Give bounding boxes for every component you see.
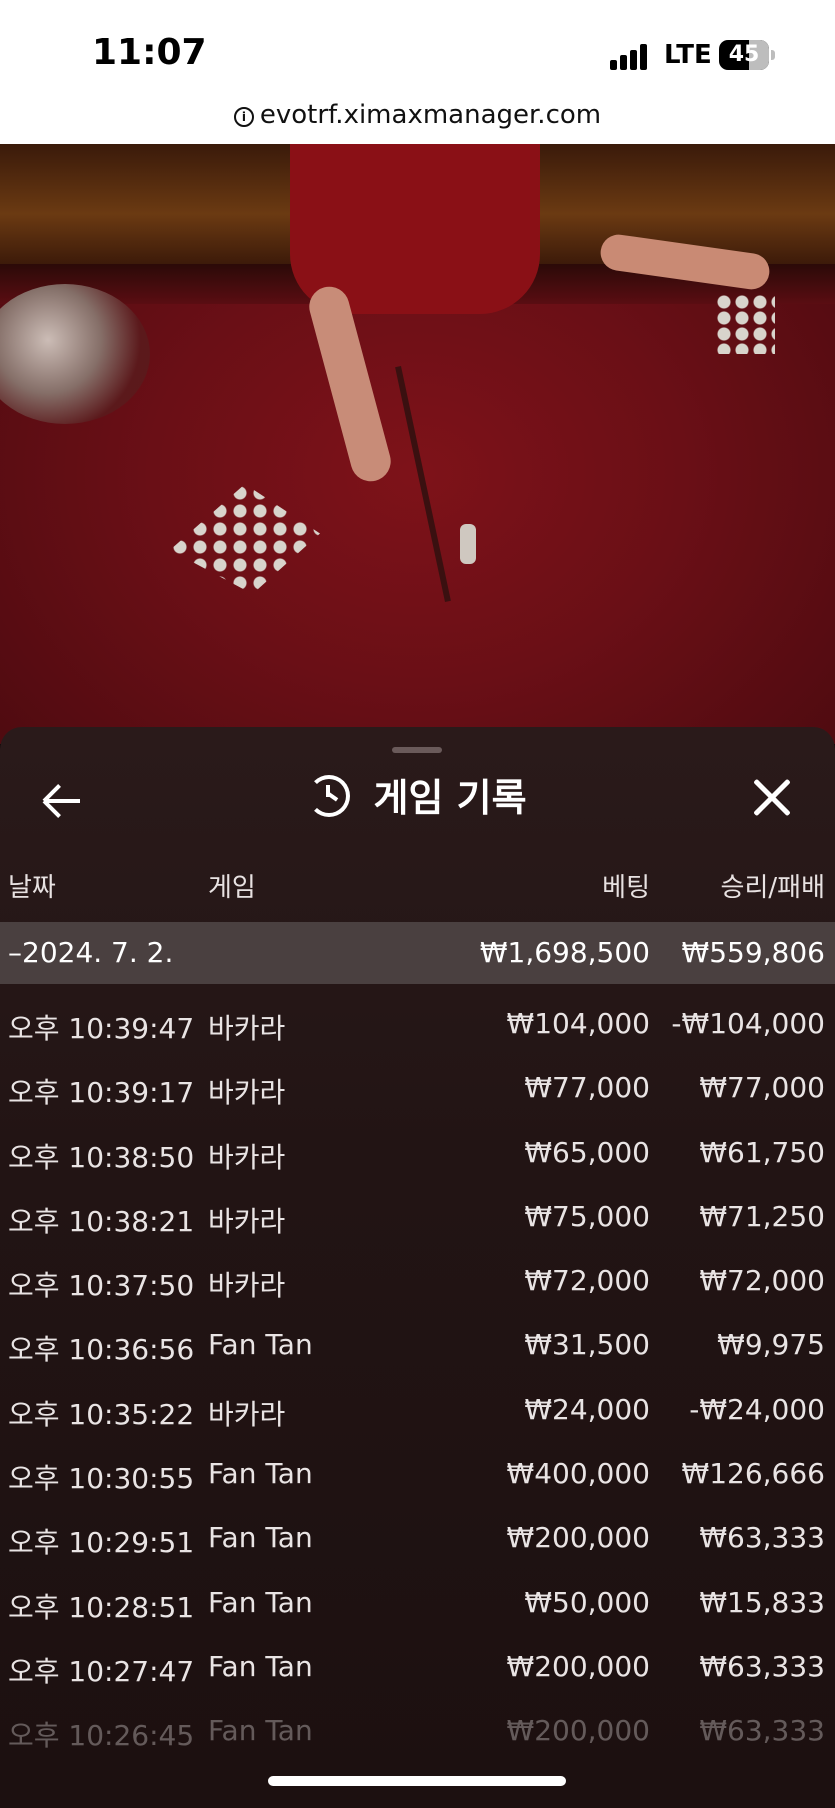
summary-date: –2024. 7. 2. [8, 936, 174, 969]
table-row[interactable]: 오후 10:27:47 Fan Tan ₩200,000 ₩63,333 [0, 1638, 835, 1702]
row-result: ₩71,250 [699, 1199, 825, 1233]
row-game: 바카라 [208, 1204, 286, 1238]
row-bet: ₩400,000 [506, 1457, 650, 1491]
row-time: 오후 10:39:17 [8, 1076, 195, 1110]
table-row[interactable]: 오후 10:35:22 바카라 ₩24,000 -₩24,000 [0, 1381, 835, 1445]
row-time: 오후 10:30:55 [8, 1462, 195, 1496]
drag-handle[interactable] [392, 747, 442, 753]
row-game: 바카라 [208, 1397, 286, 1431]
battery-level: 45 [728, 42, 760, 67]
summary-bet: ₩1,698,500 [479, 936, 650, 969]
row-game: 바카라 [208, 1140, 286, 1174]
live-video-stream[interactable] [0, 144, 835, 744]
back-button[interactable] [40, 779, 84, 823]
panel-header: 게임 기록 [0, 767, 835, 847]
row-bet: ₩200,000 [506, 1521, 650, 1555]
table-row[interactable]: 오후 10:37:50 바카라 ₩72,000 ₩72,000 [0, 1252, 835, 1316]
row-time: 오후 10:37:50 [8, 1269, 195, 1303]
column-result[interactable]: 승리/패배 [721, 867, 825, 904]
row-game: Fan Tan [208, 1714, 313, 1748]
row-time: 오후 10:28:51 [8, 1590, 195, 1624]
address-bar[interactable]: i evotrf.ximaxmanager.com [0, 90, 835, 144]
row-game: Fan Tan [208, 1457, 313, 1491]
bead-bowl [0, 284, 150, 424]
history-list: 오후 10:39:47 바카라 ₩104,000 -₩104,000 오후 10… [0, 995, 835, 1767]
panel-title-wrap: 게임 기록 [0, 767, 835, 822]
table-header: 날짜 게임 베팅 승리/패배 [0, 867, 835, 907]
dealer-stick [395, 365, 451, 603]
row-time: 오후 10:26:45 [8, 1719, 195, 1753]
panel-title: 게임 기록 [373, 776, 527, 820]
table-row[interactable]: 오후 10:26:45 Fan Tan ₩200,000 ₩63,333 [0, 1702, 835, 1766]
table-row[interactable]: 오후 10:38:50 바카라 ₩65,000 ₩61,750 [0, 1124, 835, 1188]
status-bar: 11:07 LTE 45 [0, 0, 835, 90]
row-result: -₩24,000 [689, 1392, 825, 1426]
close-button[interactable] [752, 777, 792, 817]
row-bet: ₩200,000 [506, 1714, 650, 1748]
row-result: ₩72,000 [699, 1264, 825, 1298]
info-icon[interactable]: i [233, 107, 254, 127]
column-game[interactable]: 게임 [208, 867, 256, 904]
battery-icon: 45 [719, 40, 775, 70]
game-history-panel: 게임 기록 날짜 게임 베팅 승리/패배 –2024. 7. 2. ₩1,698… [0, 727, 835, 1808]
row-bet: ₩75,000 [524, 1199, 650, 1233]
clock: 11:07 [92, 32, 207, 73]
row-bet: ₩72,000 [524, 1264, 650, 1298]
row-game: 바카라 [208, 1076, 286, 1110]
row-time: 오후 10:36:56 [8, 1333, 195, 1367]
history-icon [308, 775, 351, 817]
table-row[interactable]: 오후 10:39:17 바카라 ₩77,000 ₩77,000 [0, 1059, 835, 1123]
row-result: ₩61,750 [699, 1135, 825, 1169]
row-bet: ₩50,000 [524, 1585, 650, 1619]
row-result: ₩15,833 [699, 1585, 825, 1619]
table-row[interactable]: 오후 10:38:21 바카라 ₩75,000 ₩71,250 [0, 1188, 835, 1252]
url-text[interactable]: i evotrf.ximaxmanager.com [233, 100, 601, 130]
row-result: ₩77,000 [699, 1071, 825, 1105]
row-time: 오후 10:29:51 [8, 1526, 195, 1560]
row-result: ₩63,333 [699, 1649, 825, 1683]
row-game: Fan Tan [208, 1328, 313, 1362]
network-type: LTE [664, 40, 712, 70]
bead-group [715, 294, 775, 354]
row-result: ₩63,333 [699, 1521, 825, 1555]
column-date[interactable]: 날짜 [8, 867, 56, 904]
row-time: 오후 10:27:47 [8, 1654, 195, 1688]
table-row[interactable]: 오후 10:29:51 Fan Tan ₩200,000 ₩63,333 [0, 1509, 835, 1573]
row-bet: ₩104,000 [506, 1007, 650, 1040]
row-result: -₩104,000 [671, 1007, 825, 1040]
row-game: Fan Tan [208, 1521, 313, 1555]
summary-result: ₩559,806 [681, 936, 825, 969]
table-row[interactable]: 오후 10:28:51 Fan Tan ₩50,000 ₩15,833 [0, 1574, 835, 1638]
row-bet: ₩65,000 [524, 1135, 650, 1169]
row-bet: ₩77,000 [524, 1071, 650, 1105]
row-bet: ₩24,000 [524, 1392, 650, 1426]
column-bet[interactable]: 베팅 [602, 867, 650, 904]
date-summary-row[interactable]: –2024. 7. 2. ₩1,698,500 ₩559,806 [0, 922, 835, 984]
row-result: ₩9,975 [717, 1328, 825, 1362]
row-result: ₩63,333 [699, 1714, 825, 1748]
row-time: 오후 10:35:22 [8, 1397, 195, 1431]
row-game: Fan Tan [208, 1649, 313, 1683]
row-bet: ₩200,000 [506, 1649, 650, 1683]
row-time: 오후 10:39:47 [8, 1012, 195, 1045]
row-result: ₩126,666 [681, 1457, 825, 1491]
bead-stack [460, 524, 476, 564]
signal-strength-icon [610, 44, 650, 70]
row-game: 바카라 [208, 1269, 286, 1303]
row-bet: ₩31,500 [524, 1328, 650, 1362]
table-row[interactable]: 오후 10:36:56 Fan Tan ₩31,500 ₩9,975 [0, 1316, 835, 1380]
row-time: 오후 10:38:50 [8, 1140, 195, 1174]
home-indicator[interactable] [268, 1776, 566, 1786]
table-row[interactable]: 오후 10:39:47 바카라 ₩104,000 -₩104,000 [0, 995, 835, 1059]
row-game: 바카라 [208, 1012, 286, 1045]
table-row[interactable]: 오후 10:30:55 Fan Tan ₩400,000 ₩126,666 [0, 1445, 835, 1509]
bead-pile [170, 484, 320, 594]
row-game: Fan Tan [208, 1585, 313, 1619]
row-time: 오후 10:38:21 [8, 1204, 195, 1238]
